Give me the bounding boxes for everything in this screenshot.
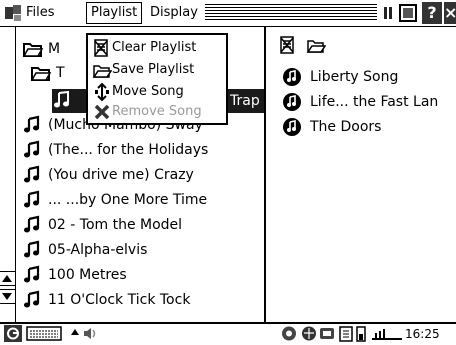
- scrollbar[interactable]: [0, 27, 16, 322]
- up-arrow-icon[interactable]: [70, 327, 80, 339]
- move-song-icon: [92, 82, 112, 102]
- list-item[interactable]: ... ...by One More Time: [22, 189, 207, 211]
- menubar-stripes: [205, 4, 377, 22]
- list-item[interactable]: 02 - Tom the Model: [22, 214, 182, 236]
- save-playlist-menu-item[interactable]: Save Playlist: [92, 59, 194, 81]
- remove-song-menu-item: Remove Song: [92, 101, 202, 123]
- music-note-icon: [52, 89, 74, 111]
- music-note-icon: [22, 114, 44, 136]
- music-note-icon: [22, 139, 44, 161]
- list-item[interactable]: (The... for the Holidays: [22, 139, 208, 161]
- scroll-up-button[interactable]: [0, 271, 15, 286]
- playlist-menu: Clear Playlist Save Playlist Move Song R…: [86, 33, 228, 125]
- remove-song-icon: [92, 102, 112, 122]
- signal-icon[interactable]: [379, 4, 397, 22]
- playlist-pane: Liberty Song Life... the Fast Lan The Do…: [268, 27, 456, 322]
- help-button[interactable]: ?: [422, 2, 442, 24]
- move-song-menu-item[interactable]: Move Song: [92, 81, 184, 103]
- music-note-icon: [22, 264, 44, 286]
- save-playlist-icon: [92, 60, 113, 80]
- menu-display[interactable]: Display: [146, 3, 202, 23]
- volume-icon[interactable]: [82, 325, 98, 342]
- clear-playlist-menu-item[interactable]: Clear Playlist: [92, 37, 196, 59]
- menu-bar: Files Playlist Display ? ×: [0, 0, 456, 27]
- music-note-icon: [22, 189, 44, 211]
- playlist-toolbar: [278, 35, 327, 55]
- folder-open-icon: [22, 38, 44, 60]
- playlist-item[interactable]: The Doors: [282, 115, 381, 139]
- list-item[interactable]: [52, 89, 74, 111]
- window-icon[interactable]: [399, 4, 417, 22]
- list-item[interactable]: 05-Alpha-elvis: [22, 239, 147, 261]
- folder-icon[interactable]: [306, 35, 327, 55]
- music-note-icon: [22, 289, 44, 311]
- folder-open-icon: [30, 62, 52, 84]
- battery-icon[interactable]: [356, 325, 366, 342]
- cd-icon: [282, 67, 302, 87]
- clipboard-icon[interactable]: [338, 325, 354, 342]
- clear-playlist-icon: [92, 38, 112, 58]
- tray-app-icon[interactable]: [280, 325, 298, 342]
- network-icon[interactable]: [300, 325, 318, 342]
- music-note-icon: [22, 214, 44, 236]
- signal-strength-icon[interactable]: [370, 325, 404, 342]
- playlist-item[interactable]: Liberty Song: [282, 65, 398, 89]
- cd-icon: [282, 117, 302, 137]
- selected-item-label: Trap: [230, 93, 260, 109]
- status-bar: 16:25: [0, 322, 456, 343]
- sync-icon[interactable]: [318, 325, 336, 342]
- clock: 16:25: [405, 327, 440, 341]
- start-icon[interactable]: [4, 325, 22, 342]
- list-item[interactable]: 11 O'Clock Tick Tock: [22, 289, 190, 311]
- music-note-icon: [22, 164, 44, 186]
- list-item[interactable]: T: [30, 62, 65, 84]
- music-note-icon: [22, 239, 44, 261]
- list-item[interactable]: 100 Metres: [22, 264, 127, 286]
- list-item[interactable]: (You drive me) Crazy: [22, 164, 194, 186]
- playlist-item[interactable]: Life... the Fast Lan: [282, 90, 438, 114]
- cd-icon: [282, 92, 302, 112]
- close-button[interactable]: ×: [444, 2, 456, 24]
- app-logo-icon[interactable]: [4, 4, 22, 22]
- menu-playlist[interactable]: Playlist: [86, 2, 143, 24]
- menu-files[interactable]: Files: [22, 3, 59, 23]
- list-item[interactable]: M: [22, 38, 60, 60]
- scroll-down-button[interactable]: [0, 289, 15, 304]
- keyboard-icon[interactable]: [26, 325, 62, 342]
- clear-list-icon[interactable]: [278, 35, 298, 55]
